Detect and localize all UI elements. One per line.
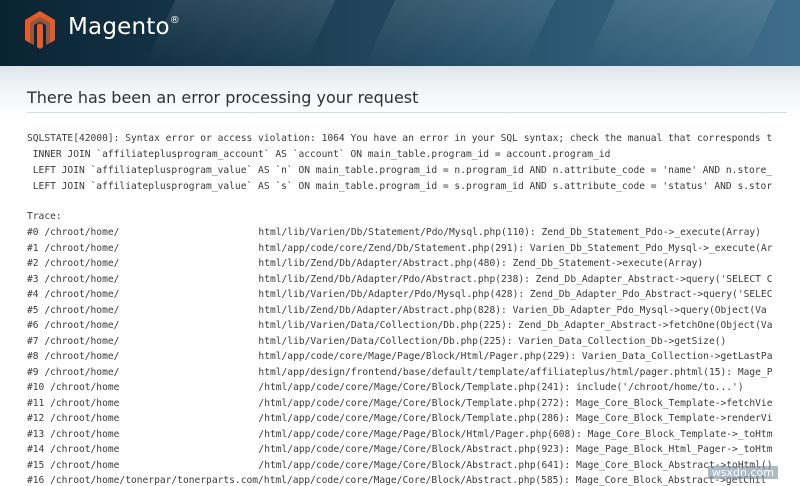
trace-line: #12 /chroot/home/html/app/code/core/Mage… [27,413,800,424]
trace-prefix: #8 /chroot/home/ [27,351,120,362]
trace-suffix: /html/app/code/core/Mage/Core/Block/Abst… [258,459,773,471]
redacted-path [119,428,259,439]
trace-line: #13 /chroot/home/html/app/code/core/Mage… [27,428,800,440]
trace-suffix: html/lib/Zend/Db/Adapter/Abstract.php(82… [258,304,767,316]
trace-line: #15 /chroot/home/html/app/code/core/Mage… [27,459,800,471]
magento-logo-text: Magento® [68,14,180,40]
trace-suffix: html/app/code/core/Mage/Page/Block/Html/… [258,351,773,362]
trace-line: #7 /chroot/home/html/lib/Varien/Data/Col… [27,335,800,347]
redacted-path [119,304,259,315]
trace-prefix: #13 /chroot/home [27,428,120,440]
redacted-path [119,459,259,470]
trace-prefix: #15 /chroot/home [27,459,120,471]
trace-prefix: #0 /chroot/home/ [27,227,120,238]
trace-suffix: html/lib/Varien/Data/Collection/Db.php(2… [258,335,727,347]
trace-prefix: #11 /chroot/home [27,397,120,409]
trace-suffix: html/lib/Varien/Db/Statement/Pdo/Mysql.p… [258,227,761,238]
site-header: Magento® [0,0,800,66]
redacted-path [119,258,259,268]
title-divider [27,112,787,113]
trace-suffix: html/app/design/frontend/base/default/te… [258,366,773,378]
trace-suffix: /html/app/code/core/Mage/Core/Block/Temp… [258,413,773,424]
trace-line: #14 /chroot/home/html/app/code/core/Mage… [27,444,800,455]
redacted-path [119,444,259,454]
trace-suffix: html/lib/Varien/Data/Collection/Db.php(2… [258,320,773,331]
trace-prefix: #3 /chroot/home/ [27,273,120,285]
trace-label: Trace: [27,211,62,222]
redacted-path [119,366,259,377]
logo-registered-mark: ® [169,15,180,26]
redacted-path [119,227,259,237]
trace-prefix: #6 /chroot/home/ [27,320,120,331]
trace-prefix: #2 /chroot/home/ [27,258,120,269]
trace-line: #6 /chroot/home/html/lib/Varien/Data/Col… [27,320,800,331]
trace-suffix: html/lib/Varien/Db/Adapter/Pdo/Mysql.php… [258,289,773,300]
trace-line: #9 /chroot/home/html/app/design/frontend… [27,366,800,378]
trace-prefix: #16 /chroot/home/tonerpar/tonerparts.com… [27,475,264,486]
trace-line: #16 /chroot/home/tonerpar/tonerparts.com… [27,475,800,486]
trace-line: #10 /chroot/home/html/app/code/core/Mage… [27,382,800,393]
trace-line: #1 /chroot/home/html/app/code/core/Zend/… [27,242,800,254]
sql-error-line: SQLSTATE[42000]: Syntax error or access … [27,133,773,144]
trace-suffix: /html/app/code/core/Mage/Core/Block/Temp… [258,382,744,393]
sql-error-line: INNER JOIN `affiliateplusprogram_account… [27,149,611,160]
page-title: There has been an error processing your … [27,88,419,107]
trace-prefix: #1 /chroot/home/ [27,242,120,254]
trace-prefix: #4 /chroot/home/ [27,289,120,300]
redacted-path [119,413,259,423]
redacted-path [119,382,259,392]
redacted-path [119,351,259,361]
sql-error-line: LEFT JOIN `affiliateplusprogram_value` A… [27,165,773,176]
redacted-path [119,397,259,408]
magento-logo-icon [25,11,55,49]
trace-suffix: html/app/code/core/Zend/Db/Statement.php… [258,242,773,254]
redacted-path [119,289,259,299]
trace-prefix: #5 /chroot/home/ [27,304,120,316]
trace-line: #0 /chroot/home/html/lib/Varien/Db/State… [27,227,800,238]
trace-line: #2 /chroot/home/html/lib/Zend/Db/Adapter… [27,258,800,269]
trace-suffix: html/lib/Zend/Db/Adapter/Pdo/Abstract.ph… [258,273,773,285]
trace-line: #11 /chroot/home/html/app/code/core/Mage… [27,397,800,409]
logo-wordmark: Magento [68,14,170,40]
trace-suffix: /html/app/code/core/Mage/Core/Block/Temp… [258,397,773,409]
sql-error-line: LEFT JOIN `affiliateplusprogram_value` A… [27,181,773,192]
trace-suffix: html/app/code/core/Mage/Core/Block/Abstr… [263,475,767,486]
redacted-path [119,320,259,330]
trace-prefix: #7 /chroot/home/ [27,335,120,347]
redacted-path [119,273,259,284]
trace-prefix: #10 /chroot/home [27,382,120,393]
watermark: wsxdn.com [707,466,778,479]
redacted-path [119,242,259,253]
trace-line: #8 /chroot/home/html/app/code/core/Mage/… [27,351,800,362]
trace-suffix: /html/app/code/core/Mage/Core/Block/Abst… [258,444,773,455]
trace-line: #4 /chroot/home/html/lib/Varien/Db/Adapt… [27,289,800,300]
trace-line: #3 /chroot/home/html/lib/Zend/Db/Adapter… [27,273,800,285]
trace-prefix: #12 /chroot/home [27,413,120,424]
trace-prefix: #14 /chroot/home [27,444,120,455]
trace-prefix: #9 /chroot/home/ [27,366,120,378]
redacted-path [119,335,259,346]
trace-line: #5 /chroot/home/html/lib/Zend/Db/Adapter… [27,304,800,316]
trace-suffix: html/lib/Zend/Db/Adapter/Abstract.php(48… [258,258,704,269]
trace-suffix: /html/app/code/core/Mage/Page/Block/Html… [258,428,773,440]
